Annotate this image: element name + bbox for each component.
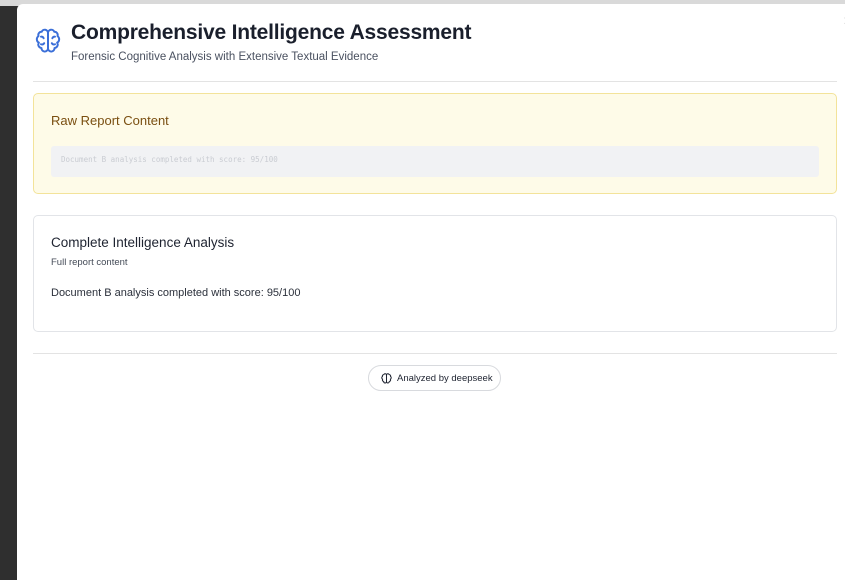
raw-report-content-box: Document B analysis completed with score… (51, 146, 819, 177)
analysis-heading: Complete Intelligence Analysis (51, 235, 235, 250)
analysis-body-text: Document B analysis completed with score… (51, 287, 301, 299)
raw-report-heading: Raw Report Content (51, 113, 169, 128)
brain-icon (381, 373, 392, 384)
analysis-subheading: Full report content (51, 257, 128, 268)
dialog-subtitle: Forensic Cognitive Analysis with Extensi… (71, 51, 379, 63)
analysis-card: Complete Intelligence Analysis Full repo… (33, 215, 837, 332)
brain-icon (35, 28, 61, 53)
model-badge: Analyzed by deepseek (368, 365, 501, 391)
footer-divider (33, 353, 837, 354)
dialog-title: Comprehensive Intelligence Assessment (71, 21, 472, 44)
raw-report-card: Raw Report Content Document B analysis c… (33, 93, 837, 194)
model-badge-label: Analyzed by deepseek (397, 373, 493, 384)
raw-report-text: Document B analysis completed with score… (61, 155, 278, 164)
assessment-dialog: ✕ Comprehensive Intelligence Assessment … (17, 4, 845, 580)
dialog-header: Comprehensive Intelligence Assessment Fo… (33, 4, 837, 82)
